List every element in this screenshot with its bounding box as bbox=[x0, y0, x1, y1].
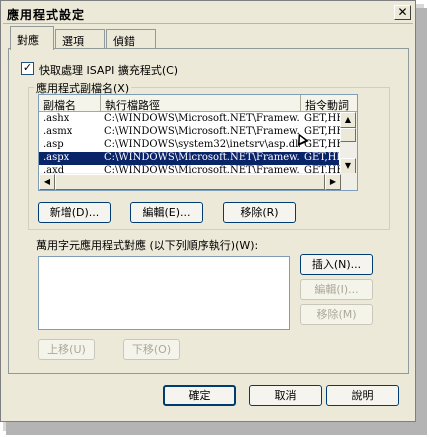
row-path: C:\WINDOWS\system32\inetsrv\asp.dll bbox=[104, 139, 300, 150]
horizontal-scroll-thumb[interactable] bbox=[55, 174, 325, 190]
horizontal-scrollbar[interactable]: ◀ ▶ bbox=[39, 173, 357, 190]
row-extension: .aspx bbox=[43, 152, 70, 163]
extensions-list[interactable]: 副檔名 執行檔路徑 指令動詞 .ashx C:\WINDOWS\Microsof… bbox=[38, 94, 358, 191]
row-path: C:\WINDOWS\Microsoft.NET\Framew... bbox=[104, 152, 300, 163]
vertical-scroll-thumb[interactable] bbox=[340, 128, 356, 142]
move-up-button[interactable]: 上移(U) bbox=[38, 339, 95, 360]
column-extension[interactable]: 副檔名 bbox=[39, 95, 101, 112]
edit-wildcard-button[interactable]: 編輯(I)... bbox=[300, 279, 373, 300]
list-header: 副檔名 執行檔路徑 指令動詞 bbox=[39, 95, 357, 112]
tab-label: 偵錯 bbox=[113, 35, 135, 48]
move-down-button[interactable]: 下移(O) bbox=[123, 339, 180, 360]
row-path: C:\WINDOWS\Microsoft.NET\Framew... bbox=[104, 113, 300, 124]
edit-extension-button[interactable]: 編輯(E)... bbox=[130, 202, 203, 223]
app-settings-dialog: 應用程式設定 ✕ 對應 選項 偵錯 ✓ 快取處理 ISAPI 擴充程式(C) 應… bbox=[0, 0, 416, 422]
row-verbs: GET,HEA... bbox=[304, 152, 342, 163]
add-extension-button[interactable]: 新增(D)... bbox=[38, 202, 111, 223]
insert-wildcard-button[interactable]: 插入(N)... bbox=[300, 254, 373, 275]
column-verbs[interactable]: 指令動詞 bbox=[301, 95, 357, 112]
row-verbs: GET,HEA... bbox=[304, 113, 342, 124]
row-extension: .asmx bbox=[43, 126, 73, 137]
row-verbs: GET,HEA... bbox=[304, 139, 342, 150]
arrow-down-icon: ▼ bbox=[344, 161, 352, 170]
row-extension: .asp bbox=[43, 139, 64, 150]
table-row-selected[interactable]: .aspx C:\WINDOWS\Microsoft.NET\Framew...… bbox=[39, 152, 342, 165]
arrow-up-icon: ▲ bbox=[344, 115, 352, 124]
check-icon: ✓ bbox=[22, 61, 33, 74]
table-row[interactable]: .asp C:\WINDOWS\system32\inetsrv\asp.dll… bbox=[39, 139, 342, 152]
scroll-left-button[interactable]: ◀ bbox=[39, 174, 55, 190]
remove-extension-button[interactable]: 移除(R) bbox=[223, 202, 296, 223]
tab-debugging[interactable]: 偵錯 bbox=[106, 29, 156, 49]
arrow-right-icon: ▶ bbox=[329, 177, 337, 186]
table-row[interactable]: .ashx C:\WINDOWS\Microsoft.NET\Framew...… bbox=[39, 113, 342, 126]
tab-mappings[interactable]: 對應 bbox=[10, 26, 54, 50]
wildcard-label: 萬用字元應用程式對應 (以下列順序執行)(W): bbox=[36, 239, 259, 252]
vertical-scrollbar[interactable]: ▲ ▼ bbox=[340, 112, 357, 174]
tab-options[interactable]: 選項 bbox=[55, 29, 105, 49]
row-extension: .ashx bbox=[43, 113, 70, 124]
scroll-up-button[interactable]: ▲ bbox=[340, 112, 356, 128]
row-path: C:\WINDOWS\Microsoft.NET\Framew... bbox=[104, 126, 300, 137]
title-bar[interactable]: 應用程式設定 ✕ bbox=[3, 3, 413, 24]
row-verbs: GET,HEA... bbox=[304, 126, 342, 137]
cancel-button[interactable]: 取消 bbox=[249, 385, 322, 406]
ok-button[interactable]: 確定 bbox=[163, 385, 236, 406]
close-icon: ✕ bbox=[397, 5, 408, 19]
remove-wildcard-button[interactable]: 移除(M) bbox=[300, 304, 373, 325]
cache-isapi-checkbox[interactable]: ✓ bbox=[21, 62, 34, 75]
cache-isapi-label[interactable]: 快取處理 ISAPI 擴充程式(C) bbox=[39, 62, 178, 78]
column-executable-path[interactable]: 執行檔路徑 bbox=[101, 95, 301, 112]
tab-label: 對應 bbox=[17, 34, 39, 47]
help-button[interactable]: 說明 bbox=[326, 385, 399, 406]
close-button[interactable]: ✕ bbox=[394, 5, 411, 20]
arrow-left-icon: ◀ bbox=[43, 177, 51, 186]
tab-label: 選項 bbox=[62, 35, 84, 48]
scroll-right-button[interactable]: ▶ bbox=[325, 174, 341, 190]
window-title: 應用程式設定 bbox=[7, 8, 86, 22]
wildcard-list[interactable] bbox=[38, 256, 290, 330]
scroll-down-button[interactable]: ▼ bbox=[340, 158, 356, 174]
